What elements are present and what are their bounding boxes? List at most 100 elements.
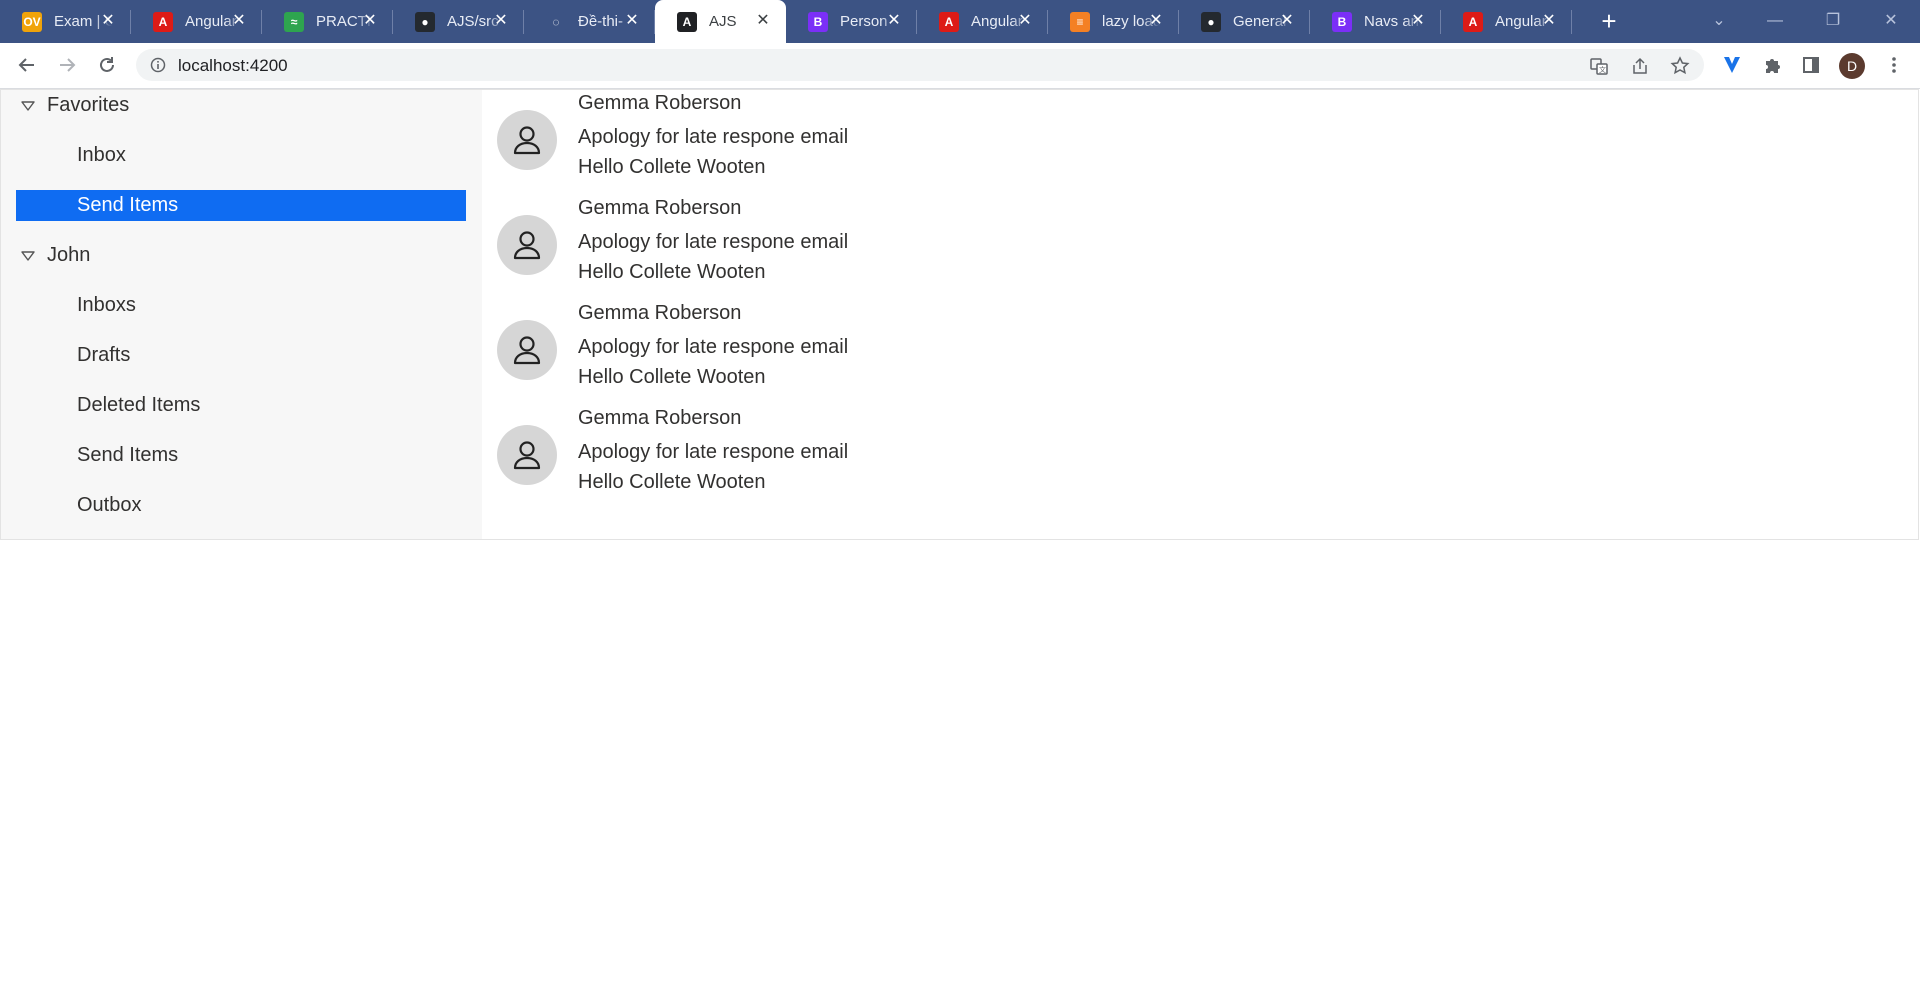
close-tab-icon[interactable]: ✕ [1540,12,1558,30]
close-window-button[interactable]: ✕ [1868,6,1914,36]
forward-button[interactable] [53,51,81,79]
folder-item-label: Deleted Items [77,394,201,416]
minimize-button[interactable]: — [1752,6,1798,36]
mail-app: Favorites Inbox Send Items John Inboxs Drafts… [0,89,1919,540]
close-tab-icon[interactable]: ✕ [623,12,641,30]
angular-icon: A [939,11,959,32]
folder-group-label: John [47,244,91,266]
folder-item-label: Outbox [77,494,142,516]
translate-icon[interactable]: 文 [1588,55,1610,77]
bootstrap-icon: B [1332,11,1352,32]
expand-caret-icon[interactable] [20,98,36,114]
practice-icon: ≈ [284,11,304,32]
folder-item-label: Drafts [77,344,131,366]
folder-item[interactable]: Deleted Items [16,390,466,421]
folder-group-0[interactable]: Favorites [16,90,466,121]
reload-icon [100,57,114,72]
browser-tab[interactable]: A Angular ✕ [131,0,262,43]
folder-item[interactable]: Drafts [16,340,466,371]
browser-tab[interactable]: OV Exam | O ✕ [0,0,131,43]
reload-button[interactable] [93,51,121,79]
browser-tab[interactable]: B Person ✕ [786,0,917,43]
share-icon[interactable] [1629,55,1651,77]
bootstrap-icon: B [808,11,828,32]
angular-icon: A [1463,11,1483,32]
expand-caret-icon[interactable] [20,248,36,264]
avatar [497,110,557,170]
stackoverflow-icon: ≡ [1070,11,1090,32]
back-arrow-icon [18,58,34,72]
profile-avatar[interactable]: D [1839,53,1865,79]
bookmark-star-icon[interactable] [1669,55,1691,77]
close-tab-icon[interactable]: ✕ [1147,12,1165,30]
person-icon [513,441,541,470]
loading-icon: ◌ [546,11,566,32]
close-tab-icon[interactable]: ✕ [1016,12,1034,30]
folder-tree: Favorites Inbox Send Items John Inboxs Drafts… [1,90,482,539]
mail-subject: Apology for late respone email [578,441,849,463]
side-panel-icon[interactable] [1797,51,1825,79]
folder-item[interactable]: Inbox [16,140,466,171]
browser-tab[interactable]: ≈PRACTICE✕ [262,0,393,43]
folder-item-label: Send Items [77,444,179,466]
github-icon: ● [415,11,435,32]
folder-item[interactable]: Send Items [16,440,466,471]
github-icon: ● [1201,11,1221,32]
folder-item[interactable]: Inboxs [16,290,466,321]
extension-v-icon[interactable] [1718,51,1746,79]
address-bar[interactable]: localhost:4200 文 [136,49,1704,81]
tab-separator [1571,10,1572,34]
browser-tab[interactable]: ◌ Đề-thi- ✕ [524,0,655,43]
browser-menu-icon[interactable] [1880,51,1908,79]
folder-item[interactable]: Outbox [16,490,466,521]
person-icon [513,336,541,365]
mail-list: Gemma Roberson Apology for late respone e… [482,90,1918,539]
browser-tab[interactable]: ● General ✕ [1179,0,1310,43]
close-tab-icon[interactable]: ✕ [492,12,510,30]
mail-item[interactable]: Gemma Roberson Apology for late respone e… [497,197,1197,302]
folder-item-label: Send Items [77,194,179,216]
ov-icon: OV [22,11,42,32]
extensions-puzzle-icon[interactable] [1758,51,1786,79]
close-tab-icon[interactable]: ✕ [754,12,772,30]
close-tab-icon[interactable]: ✕ [885,12,903,30]
url-text[interactable]: localhost:4200 [178,56,288,76]
mail-item[interactable]: Gemma Roberson Apology for late respone e… [497,92,1197,197]
mail-item[interactable]: Gemma Roberson Apology for late respone e… [497,407,1197,512]
folder-item-label: Inboxs [77,294,136,316]
svg-text:文: 文 [1599,65,1606,74]
person-icon [513,126,541,155]
browser-tab[interactable]: A Angular ✕ [1441,0,1572,43]
mail-subject: Apology for late respone email [578,336,849,358]
mail-sender: Gemma Roberson [578,302,742,324]
new-tab-button[interactable]: + [1595,8,1623,36]
close-tab-icon[interactable]: ✕ [1409,12,1427,30]
close-tab-icon[interactable]: ✕ [1278,12,1296,30]
browser-tab[interactable]: A Angular ✕ [917,0,1048,43]
browser-tab[interactable]: ● AJS/src ✕ [393,0,524,43]
mail-preview: Hello Collete Wooten [578,156,766,178]
person-icon [513,231,541,260]
folder-item[interactable]: Send Items [16,190,466,221]
browser-tab[interactable]: A AJS ✕ [655,0,786,43]
mail-sender: Gemma Roberson [578,407,742,429]
avatar [497,215,557,275]
close-tab-icon[interactable]: ✕ [230,12,248,30]
angular-black-icon: A [677,11,697,32]
folder-group-label: Favorites [47,94,130,116]
site-info-icon[interactable] [150,57,166,73]
browser-tab[interactable]: B Navs and ✕ [1310,0,1441,43]
browser-tab[interactable]: ≡ lazy load ✕ [1048,0,1179,43]
folder-item-label: Inbox [77,144,126,166]
avatar [497,425,557,485]
mail-preview: Hello Collete Wooten [578,261,766,283]
back-button[interactable] [13,51,41,79]
close-tab-icon[interactable]: ✕ [99,12,117,30]
mail-preview: Hello Collete Wooten [578,366,766,388]
tab-search-icon[interactable]: ⌄ [1696,6,1742,36]
folder-group-1[interactable]: John [16,240,466,271]
close-tab-icon[interactable]: ✕ [361,12,379,30]
restore-button[interactable]: ❐ [1810,6,1856,36]
mail-item[interactable]: Gemma Roberson Apology for late respone e… [497,302,1197,407]
avatar [497,320,557,380]
